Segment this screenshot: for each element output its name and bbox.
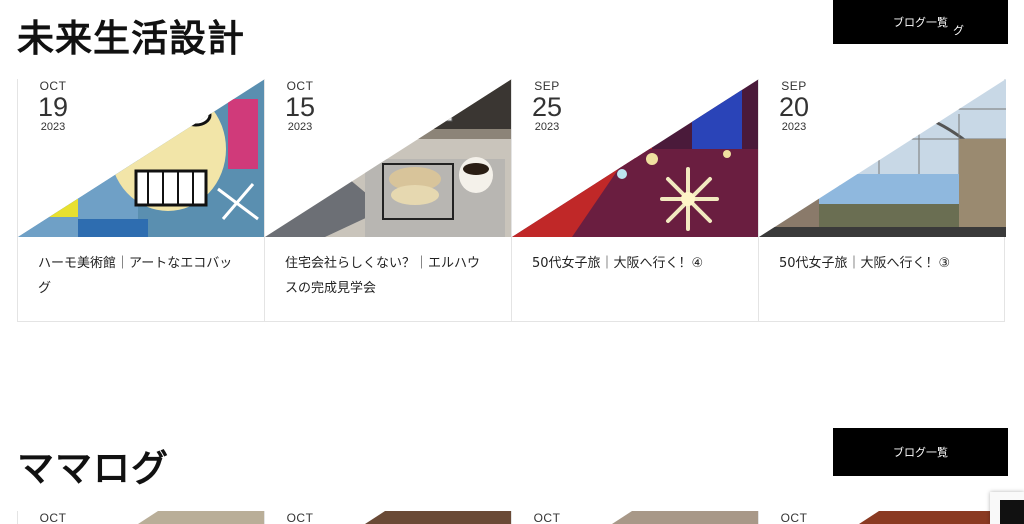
post-thumbnail: OCT — [265, 511, 512, 524]
post-month: SEP — [781, 79, 807, 93]
post-year: 2023 — [40, 121, 66, 133]
post-day: 20 — [778, 92, 810, 122]
post-card[interactable]: OCT — [264, 511, 512, 524]
post-title[interactable]: 50代女子旅｜大阪へ行く！③ — [759, 237, 1004, 322]
recaptcha-badge[interactable] — [990, 492, 1024, 524]
post-month: SEP — [534, 79, 560, 93]
post-thumbnail: OCT — [512, 511, 759, 524]
post-month: OCT — [780, 511, 808, 524]
post-year: 2023 — [287, 121, 313, 133]
post-card[interactable]: OCT 19 2023 ハーモ美術館｜アートなエコバッグ — [17, 79, 265, 322]
post-year: 2023 — [534, 121, 560, 133]
post-cards: OCT 19 2023 ハーモ美術館｜アートなエコバッグ OCT 15 2023… — [17, 79, 1006, 322]
post-day: 15 — [284, 92, 316, 122]
post-date: OCT — [512, 511, 582, 524]
blog-list-button-extra: グ — [953, 24, 964, 37]
post-title[interactable]: 50代女子旅｜大阪へ行く！④ — [512, 237, 758, 322]
post-date: OCT 15 2023 — [265, 79, 335, 133]
post-thumbnail: OCT 15 2023 — [265, 79, 512, 237]
post-date: SEP 20 2023 — [759, 79, 829, 133]
post-card[interactable]: OCT — [758, 511, 1006, 524]
post-month: OCT — [286, 511, 314, 524]
post-day: 25 — [531, 92, 563, 122]
blog-list-button-label: ブログ一覧 — [893, 16, 948, 29]
post-thumbnail: OCT — [759, 511, 1006, 524]
post-title[interactable]: ハーモ美術館｜アートなエコバッグ — [18, 237, 264, 322]
post-card[interactable]: OCT 15 2023 住宅会社らしくない？｜エルハウスの完成見学会 — [264, 79, 512, 322]
post-card[interactable]: SEP 25 2023 50代女子旅｜大阪へ行く！④ — [511, 79, 759, 322]
post-card[interactable]: OCT — [17, 511, 265, 524]
post-thumbnail: SEP 25 2023 — [512, 79, 759, 237]
blog-list-button[interactable]: ブログ一覧 グ — [833, 0, 1008, 44]
post-card[interactable]: SEP 20 2023 50代女子旅｜大阪へ行く！③ — [758, 79, 1006, 322]
post-title[interactable]: 住宅会社らしくない？｜エルハウスの完成見学会 — [265, 237, 511, 322]
post-month: OCT — [39, 511, 67, 524]
post-month: OCT — [39, 79, 67, 93]
post-card[interactable]: OCT — [511, 511, 759, 524]
post-thumbnail: OCT — [18, 511, 265, 524]
post-thumbnail: SEP 20 2023 — [759, 79, 1006, 237]
post-month: OCT — [533, 511, 561, 524]
post-date: OCT — [265, 511, 335, 524]
blog-list-button-label: ブログ一覧 — [893, 446, 948, 459]
section-title: 未来生活設計 — [17, 17, 245, 60]
post-thumbnail: OCT 19 2023 — [18, 79, 265, 237]
post-cards: OCT OCT OCT OCT — [17, 511, 1006, 524]
post-day: 19 — [37, 92, 69, 122]
post-date: SEP 25 2023 — [512, 79, 582, 133]
blog-list-button[interactable]: ブログ一覧 — [833, 428, 1008, 476]
post-month: OCT — [286, 79, 314, 93]
post-date: OCT 19 2023 — [18, 79, 88, 133]
recaptcha-icon — [1000, 500, 1024, 524]
post-year: 2023 — [781, 121, 807, 133]
post-date: OCT — [18, 511, 88, 524]
section-title: ママログ — [17, 447, 169, 490]
post-date: OCT — [759, 511, 829, 524]
